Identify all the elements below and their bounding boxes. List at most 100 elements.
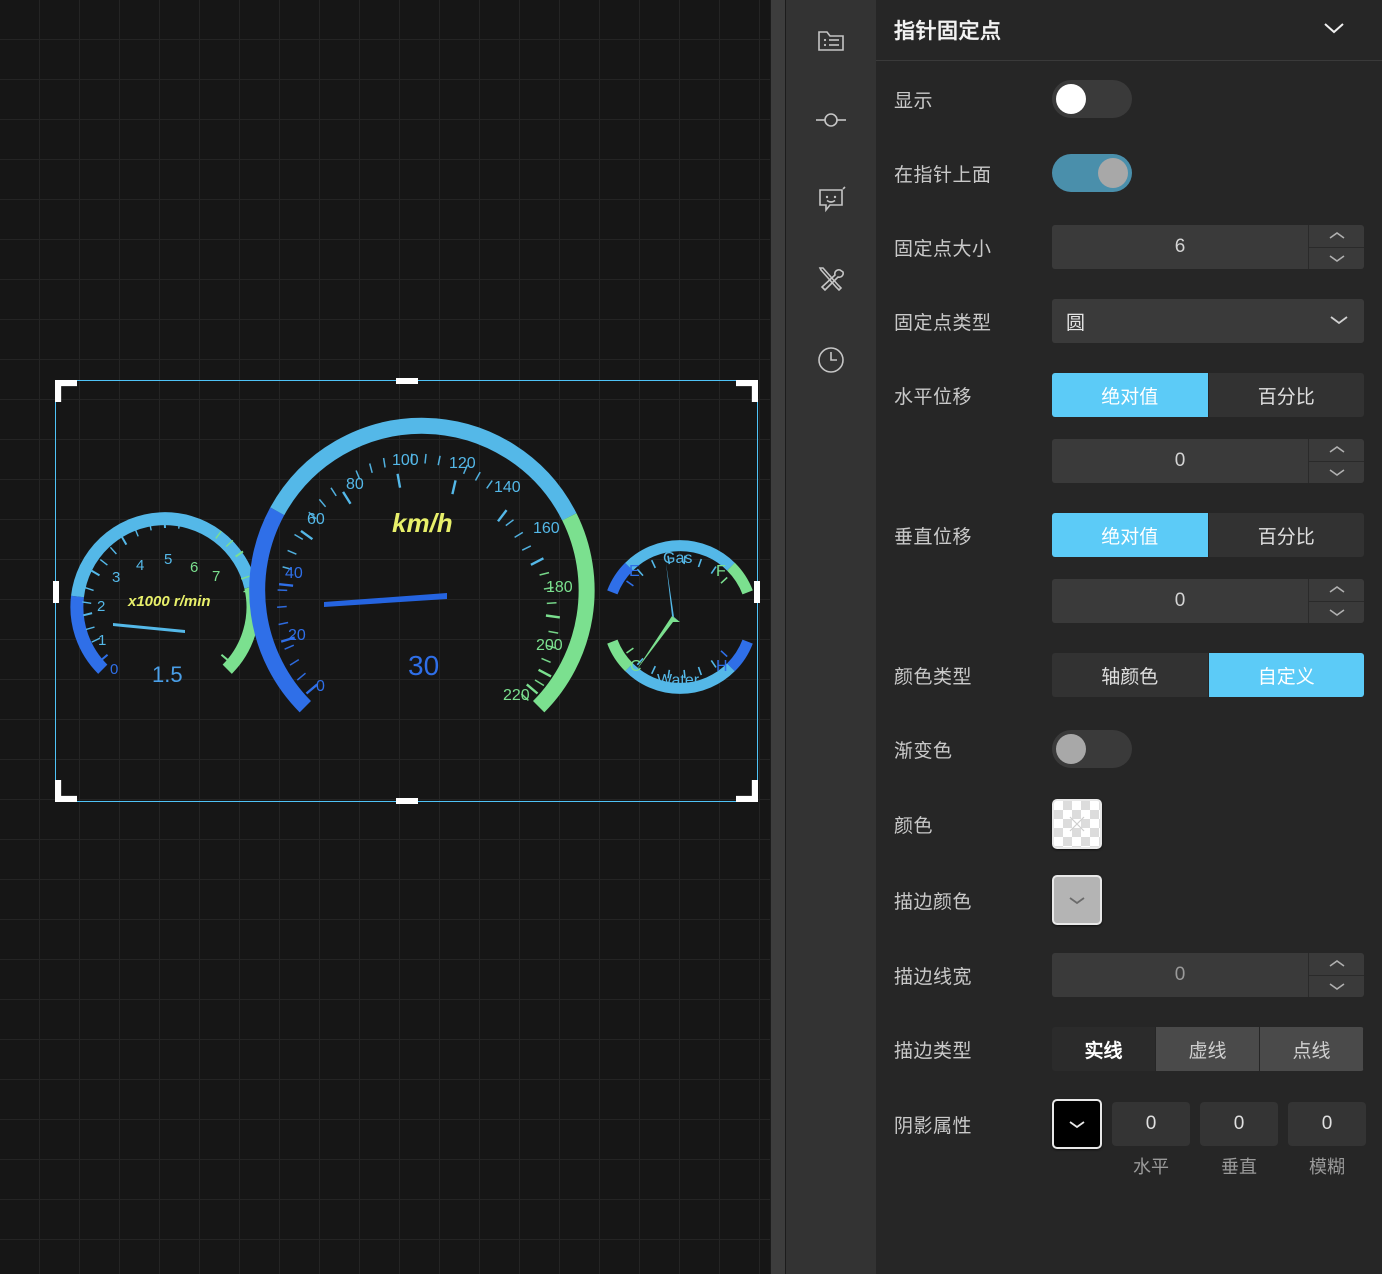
- color-type-custom-option[interactable]: 自定义: [1208, 653, 1364, 697]
- row-gradient: 渐变色: [876, 725, 1382, 773]
- stroke-type-dotted-option[interactable]: 点线: [1260, 1027, 1364, 1071]
- gradient-toggle[interactable]: [1052, 730, 1132, 768]
- point-type-select[interactable]: 圆: [1052, 299, 1364, 343]
- offset-y-stepper[interactable]: 0: [1052, 579, 1364, 623]
- tools-icon[interactable]: [786, 240, 876, 320]
- stroke-type-solid-option[interactable]: 实线: [1052, 1027, 1156, 1071]
- row-shadow: 阴影属性 0 0 0: [876, 1099, 1382, 1149]
- offset-x-percent-option[interactable]: 百分比: [1208, 373, 1364, 417]
- offset-x-absolute-option[interactable]: 绝对值: [1052, 373, 1209, 417]
- label-stroke-type: 描边类型: [894, 1040, 973, 1062]
- panel-resize-divider[interactable]: [770, 0, 786, 1274]
- stepper-up-icon[interactable]: [1309, 225, 1364, 248]
- stroke-type-segmented[interactable]: 实线 虚线 点线: [1052, 1027, 1364, 1071]
- selection-frame[interactable]: [53, 378, 760, 804]
- label-offset-x: 水平位移: [894, 386, 973, 408]
- row-point-size: 固定点大小 6: [876, 223, 1382, 271]
- stroke-width-stepper[interactable]: 0: [1052, 953, 1364, 997]
- toggle-knob: [1056, 84, 1086, 114]
- folder-list-icon[interactable]: [786, 0, 876, 80]
- row-show: 显示: [876, 75, 1382, 123]
- stepper-up-icon[interactable]: [1309, 953, 1364, 976]
- row-offset-x-value: 0: [876, 437, 1382, 485]
- offset-y-absolute-option[interactable]: 绝对值: [1052, 513, 1209, 557]
- label-show: 显示: [894, 90, 934, 112]
- offset-x-stepper[interactable]: 0: [1052, 439, 1364, 483]
- offset-x-mode-segmented[interactable]: 绝对值 百分比: [1052, 373, 1364, 417]
- point-size-input[interactable]: 6: [1052, 225, 1308, 269]
- label-point-type: 固定点类型: [894, 312, 992, 334]
- color-type-axis-option[interactable]: 轴颜色: [1052, 653, 1209, 697]
- row-stroke-color: 描边颜色: [876, 875, 1382, 925]
- resize-handle-bl[interactable]: [55, 780, 77, 802]
- stroke-type-dashed-option[interactable]: 虚线: [1156, 1027, 1260, 1071]
- row-above-pointer: 在指针上面: [876, 149, 1382, 197]
- stepper-arrows[interactable]: [1308, 225, 1364, 269]
- design-canvas[interactable]: .tl { font-family:"Liberation Sans",sans…: [0, 0, 770, 1274]
- toggle-knob: [1098, 158, 1128, 188]
- point-size-stepper[interactable]: 6: [1052, 225, 1364, 269]
- resize-handle-bottom[interactable]: [396, 798, 418, 804]
- chevron-down-icon[interactable]: [1322, 21, 1346, 40]
- offset-y-input[interactable]: 0: [1052, 579, 1308, 623]
- panel-header[interactable]: 指针固定点: [876, 0, 1382, 61]
- label-above-pointer: 在指针上面: [894, 164, 992, 186]
- stepper-arrows[interactable]: [1308, 579, 1364, 623]
- row-offset-y-value: 0: [876, 577, 1382, 625]
- resize-handle-tl[interactable]: [55, 380, 77, 402]
- offset-x-input[interactable]: 0: [1052, 439, 1308, 483]
- stepper-down-icon[interactable]: [1309, 976, 1364, 998]
- app-root: .tl { font-family:"Liberation Sans",sans…: [0, 0, 1382, 1274]
- label-gradient: 渐变色: [894, 740, 953, 762]
- shadow-offset-y-input[interactable]: 0: [1200, 1102, 1278, 1146]
- clock-icon[interactable]: [786, 320, 876, 400]
- label-offset-y: 垂直位移: [894, 526, 973, 548]
- shadow-controls: 0 0 0: [1052, 1099, 1366, 1149]
- shadow-label-vertical: 垂直: [1221, 1157, 1257, 1177]
- offset-y-percent-option[interactable]: 百分比: [1208, 513, 1364, 557]
- stepper-up-icon[interactable]: [1309, 579, 1364, 602]
- shadow-label-blur: 模糊: [1309, 1157, 1345, 1177]
- show-toggle[interactable]: [1052, 80, 1132, 118]
- stepper-up-icon[interactable]: [1309, 439, 1364, 462]
- stroke-color-swatch[interactable]: [1052, 875, 1102, 925]
- color-type-segmented[interactable]: 轴颜色 自定义: [1052, 653, 1364, 697]
- chat-smiley-icon[interactable]: [786, 160, 876, 240]
- stepper-down-icon[interactable]: [1309, 602, 1364, 624]
- stepper-arrows[interactable]: [1308, 953, 1364, 997]
- shadow-color-swatch[interactable]: [1052, 1099, 1102, 1149]
- offset-y-mode-segmented[interactable]: 绝对值 百分比: [1052, 513, 1364, 557]
- shadow-label-horizontal: 水平: [1133, 1157, 1169, 1177]
- chevron-down-icon: [1328, 310, 1350, 332]
- panel-body: 显示 在指针上面 固定点大小 6 固定点类型 圆 水平位移 绝对值 百分比 0 …: [876, 61, 1382, 1179]
- resize-handle-tr[interactable]: [736, 380, 758, 402]
- label-stroke-color: 描边颜色: [894, 891, 973, 913]
- row-stroke-width: 描边线宽 0: [876, 951, 1382, 999]
- row-offset-x-mode: 水平位移 绝对值 百分比: [876, 371, 1382, 419]
- label-color: 颜色: [894, 815, 934, 837]
- resize-handle-right[interactable]: [754, 581, 760, 603]
- color-swatch[interactable]: [1052, 799, 1102, 849]
- tool-iconbar: [786, 0, 876, 1274]
- above-pointer-toggle[interactable]: [1052, 154, 1132, 192]
- row-offset-y-mode: 垂直位移 绝对值 百分比: [876, 511, 1382, 559]
- node-connector-icon[interactable]: [786, 80, 876, 160]
- row-point-type: 固定点类型 圆: [876, 297, 1382, 345]
- row-color: 颜色: [876, 799, 1382, 849]
- shadow-blur-input[interactable]: 0: [1288, 1102, 1366, 1146]
- toggle-knob: [1056, 734, 1086, 764]
- label-point-size: 固定点大小: [894, 238, 992, 260]
- stepper-arrows[interactable]: [1308, 439, 1364, 483]
- resize-handle-br[interactable]: [736, 780, 758, 802]
- label-color-type: 颜色类型: [894, 666, 973, 688]
- stroke-width-input[interactable]: 0: [1052, 953, 1308, 997]
- shadow-offset-x-input[interactable]: 0: [1112, 1102, 1190, 1146]
- stepper-down-icon[interactable]: [1309, 462, 1364, 484]
- label-stroke-width: 描边线宽: [894, 966, 973, 988]
- stepper-down-icon[interactable]: [1309, 248, 1364, 270]
- resize-handle-left[interactable]: [53, 581, 59, 603]
- properties-panel: 指针固定点 显示 在指针上面 固定点大小 6 固定点类型 圆 水平位移 绝对值 …: [876, 0, 1382, 1274]
- point-type-value: 圆: [1066, 312, 1086, 334]
- resize-handle-top[interactable]: [396, 378, 418, 384]
- row-color-type: 颜色类型 轴颜色 自定义: [876, 651, 1382, 699]
